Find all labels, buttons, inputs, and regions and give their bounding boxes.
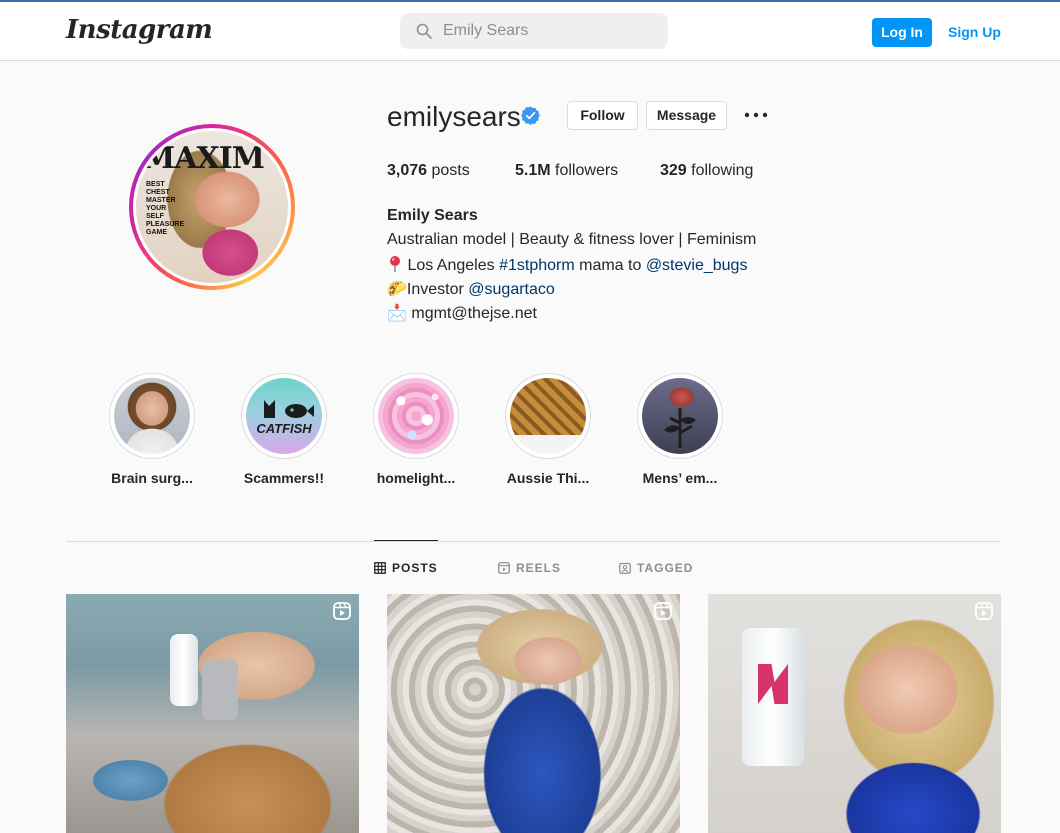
bio-line-2: Los Angeles #1stphorm mama to @stevie_bu… <box>387 255 747 275</box>
tabs-divider <box>66 541 1001 542</box>
post-thumbnail[interactable] <box>66 594 359 833</box>
profile-username: emilysears <box>387 101 521 132</box>
login-button[interactable]: Log In <box>872 18 932 47</box>
highlight-badge-text: CATFISH <box>256 421 312 436</box>
following-label: following <box>691 162 754 179</box>
bio-mention-sugartaco[interactable]: @sugartaco <box>468 281 555 298</box>
magazine-title: MAXIM <box>142 141 265 176</box>
reels-icon <box>498 562 510 574</box>
story-highlight[interactable]: Brain surg... <box>109 373 195 486</box>
message-button[interactable]: Message <box>646 101 727 130</box>
follow-button[interactable]: Follow <box>567 101 638 130</box>
bio-hashtag-link[interactable]: #1stphorm <box>499 257 575 274</box>
magazine-cover-lines: BEST CHEST MASTER YOUR SELF PLEASURE GAM… <box>146 181 185 236</box>
bio-line-1: Australian model | Beauty & fitness love… <box>387 231 757 248</box>
rose-icon <box>664 408 696 448</box>
highlight-cover-image <box>378 378 454 454</box>
catfish-icon <box>264 400 314 418</box>
highlight-label: Brain surg... <box>111 470 193 486</box>
more-options-icon[interactable] <box>744 108 768 122</box>
drink-can <box>742 628 804 766</box>
followers-label: followers <box>555 162 619 179</box>
bio-email-text: mgmt@thejse.net <box>406 305 537 322</box>
highlight-cover-image <box>510 378 586 454</box>
reel-icon <box>654 602 672 620</box>
search-icon <box>416 23 432 39</box>
tab-label: POSTS <box>392 561 438 575</box>
story-highlight[interactable]: Aussie Thi... <box>505 373 591 486</box>
highlight-label: homelight... <box>376 470 456 486</box>
search-input[interactable]: Emily Sears <box>400 13 668 49</box>
active-tab-indicator <box>374 540 438 541</box>
bio-mention-stevie[interactable]: @stevie_bugs <box>646 257 748 274</box>
bio-line-4: 📩 mgmt@thejse.net <box>387 303 537 323</box>
highlight-label: Scammers!! <box>243 470 325 486</box>
followers-stat[interactable]: 5.1M followers <box>515 162 618 180</box>
posts-label: posts <box>431 162 470 179</box>
search-value: Emily Sears <box>443 22 529 39</box>
posts-count-stat: 3,076 posts <box>387 162 470 180</box>
bio-text: mama to <box>574 257 646 274</box>
story-highlight[interactable]: homelight... <box>373 373 459 486</box>
phone <box>202 660 238 720</box>
posts-count: 3,076 <box>387 162 428 179</box>
top-navigation-bar: Instagram Emily Sears Log In Sign Up <box>0 0 1060 61</box>
verified-badge-icon <box>521 106 540 125</box>
drink-can <box>170 634 198 706</box>
profile-full-name: Emily Sears <box>387 207 478 224</box>
highlight-cover-image <box>114 378 190 454</box>
following-stat[interactable]: 329 following <box>660 162 753 180</box>
post-thumbnail[interactable] <box>708 594 1001 833</box>
tab-label: REELS <box>516 561 562 575</box>
reel-icon <box>333 602 351 620</box>
followers-count: 5.1M <box>515 162 551 179</box>
avatar-image: MAXIM BEST CHEST MASTER YOUR SELF PLEASU… <box>136 131 288 283</box>
tab-label: TAGGED <box>637 561 694 575</box>
profile-avatar[interactable]: MAXIM BEST CHEST MASTER YOUR SELF PLEASU… <box>129 124 295 290</box>
post-thumbnail[interactable] <box>387 594 680 833</box>
story-highlight[interactable]: CATFISH Scammers!! <box>241 373 327 486</box>
taco-emoji: 🌮 <box>387 281 407 298</box>
tab-posts[interactable]: POSTS <box>374 561 438 575</box>
highlight-label: Aussie Thi... <box>506 470 590 486</box>
signup-link[interactable]: Sign Up <box>948 24 1001 40</box>
bio-investor-text: Investor <box>406 281 469 298</box>
tagged-icon <box>619 562 631 574</box>
tab-reels[interactable]: REELS <box>498 561 561 575</box>
bio-location-text: Los Angeles <box>403 257 500 274</box>
envelope-emoji: 📩 <box>387 305 407 322</box>
highlight-label: Mens’ em... <box>642 470 718 486</box>
highlight-cover-image: CATFISH <box>246 378 322 454</box>
following-count: 329 <box>660 162 687 179</box>
bio-line-3: 🌮Investor @sugartaco <box>387 279 555 299</box>
highlight-cover-image <box>642 378 718 454</box>
location-pin-icon <box>390 256 400 272</box>
reel-icon <box>975 602 993 620</box>
grid-icon <box>374 562 386 574</box>
tab-tagged[interactable]: TAGGED <box>619 561 693 575</box>
instagram-logo[interactable]: Instagram <box>66 15 213 45</box>
story-highlight[interactable]: Mens’ em... <box>637 373 723 486</box>
